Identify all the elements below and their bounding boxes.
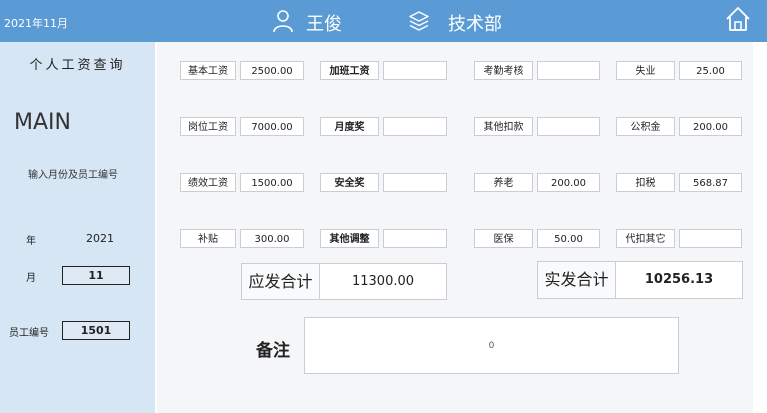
net-total-label: 实发合计 — [538, 262, 616, 298]
gross-total-label: 应发合计 — [242, 264, 320, 299]
net-total-value: 10256.13 — [644, 272, 714, 287]
monthly-bonus-value[interactable] — [383, 117, 447, 136]
field-subsidy: 补贴 300.00 — [180, 229, 304, 248]
emp-id-label: 员工编号 — [9, 328, 49, 339]
sidebar: 个人工资查询 MAIN 输入月份及员工编号 年 2021 月 11 员工编号 1… — [0, 42, 155, 413]
field-tax: 扣税 568.87 — [616, 173, 742, 192]
year-value: 2021 — [86, 232, 114, 245]
field-label: 补贴 — [180, 229, 236, 248]
remarks-label: 备注 — [256, 341, 290, 361]
field-label: 其他调整 — [320, 229, 379, 248]
subsidy-value[interactable]: 300.00 — [240, 229, 304, 248]
field-attendance: 考勤考核 — [474, 61, 600, 80]
sidebar-title: 个人工资查询 — [29, 58, 126, 73]
field-housing-fund: 公积金 200.00 — [616, 117, 742, 136]
gross-total-value: 11300.00 — [351, 274, 415, 289]
user-name: 王俊 — [306, 14, 342, 35]
field-unemployment: 失业 25.00 — [616, 61, 742, 80]
field-label: 代扣其它 — [616, 229, 675, 248]
medical-value[interactable]: 50.00 — [537, 229, 600, 248]
field-label: 岗位工资 — [180, 117, 236, 136]
other-deduct-value[interactable] — [537, 117, 600, 136]
attendance-value[interactable] — [537, 61, 600, 80]
field-label: 加班工资 — [320, 61, 379, 80]
right-margin — [753, 42, 767, 413]
withhold-other-value[interactable] — [679, 229, 742, 248]
field-label: 公积金 — [616, 117, 675, 136]
month-label: 月 — [26, 273, 36, 284]
field-perf-salary: 绩效工资 1500.00 — [180, 173, 304, 192]
layers-icon — [408, 10, 430, 32]
unemployment-value[interactable]: 25.00 — [679, 61, 742, 80]
field-overtime: 加班工资 — [320, 61, 447, 80]
post-salary-value[interactable]: 7000.00 — [240, 117, 304, 136]
field-safety-bonus: 安全奖 — [320, 173, 447, 192]
field-label: 安全奖 — [320, 173, 379, 192]
net-total-box: 实发合计 10256.13 — [537, 261, 743, 299]
emp-id-input[interactable]: 1501 — [62, 321, 130, 340]
field-label: 月度奖 — [320, 117, 379, 136]
overtime-value[interactable] — [383, 61, 447, 80]
year-label: 年 — [26, 236, 36, 247]
other-adjust-value[interactable] — [383, 229, 447, 248]
perf-salary-value[interactable]: 1500.00 — [240, 173, 304, 192]
home-icon[interactable] — [724, 5, 752, 33]
user-icon — [272, 9, 294, 33]
field-label: 扣税 — [616, 173, 675, 192]
pension-value[interactable]: 200.00 — [537, 173, 600, 192]
safety-bonus-value[interactable] — [383, 173, 447, 192]
month-input[interactable]: 11 — [62, 266, 130, 285]
field-label: 绩效工资 — [180, 173, 236, 192]
main-label: MAIN — [14, 110, 71, 135]
field-pension: 养老 200.00 — [474, 173, 600, 192]
field-label: 养老 — [474, 173, 533, 192]
top-bar: 2021年11月 王俊 技术部 — [0, 0, 767, 42]
input-hint: 输入月份及员工编号 — [28, 170, 118, 181]
field-label: 基本工资 — [180, 61, 236, 80]
field-monthly-bonus: 月度奖 — [320, 117, 447, 136]
field-withhold-other: 代扣其它 — [616, 229, 742, 248]
field-label: 考勤考核 — [474, 61, 533, 80]
housing-fund-value[interactable]: 200.00 — [679, 117, 742, 136]
gross-total-box: 应发合计 11300.00 — [241, 263, 447, 300]
field-label: 医保 — [474, 229, 533, 248]
field-medical: 医保 50.00 — [474, 229, 600, 248]
field-label: 其他扣款 — [474, 117, 533, 136]
field-base-salary: 基本工资 2500.00 — [180, 61, 304, 80]
tax-value[interactable]: 568.87 — [679, 173, 742, 192]
remarks-field[interactable]: 0 — [304, 317, 679, 374]
department-name: 技术部 — [448, 14, 502, 35]
field-other-deduct: 其他扣款 — [474, 117, 600, 136]
period-label: 2021年11月 — [4, 17, 68, 30]
base-salary-value[interactable]: 2500.00 — [240, 61, 304, 80]
field-other-adjust: 其他调整 — [320, 229, 447, 248]
field-label: 失业 — [616, 61, 675, 80]
field-post-salary: 岗位工资 7000.00 — [180, 117, 304, 136]
